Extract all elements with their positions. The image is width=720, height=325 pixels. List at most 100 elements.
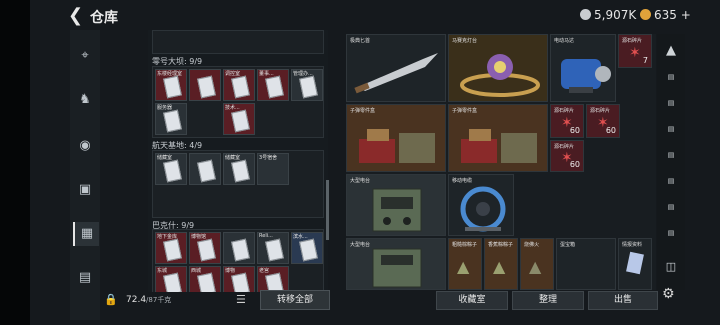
stash-item[interactable]: 源石碎片 ✶ 7 bbox=[618, 34, 652, 68]
stash-tab-8[interactable]: ▤ bbox=[659, 222, 683, 244]
back-icon[interactable]: ❮ bbox=[68, 5, 83, 26]
electric-motor-icon bbox=[561, 59, 611, 93]
key-slot[interactable] bbox=[189, 153, 221, 185]
stash-item[interactable]: 源石碎片 ✶ 60 bbox=[550, 140, 584, 172]
stash-item[interactable]: 源石碎片 ✶ 60 bbox=[550, 104, 584, 138]
gold-coin-icon bbox=[640, 9, 651, 20]
key-slot[interactable]: 储藏室 bbox=[155, 153, 187, 185]
key-name: 博物 bbox=[225, 268, 236, 274]
stash-item[interactable]: 粗糙棕粽子 ▲ bbox=[448, 238, 482, 290]
key-card-icon bbox=[163, 109, 182, 133]
stash-tab-2[interactable]: ▤ bbox=[659, 66, 683, 88]
key-card-icon bbox=[231, 109, 250, 133]
sort-button[interactable]: 整理 bbox=[512, 291, 584, 310]
category-rail: ⌖ ♞ ◉ ▣ ▦ ▤ bbox=[70, 30, 100, 320]
transfer-all-button[interactable]: 转移全部 bbox=[260, 290, 330, 310]
key-card-icon bbox=[163, 159, 182, 183]
tv-tab-icon[interactable]: ◫ bbox=[659, 256, 683, 278]
stash-item[interactable]: 源石碎片 ✶ 60 bbox=[586, 104, 620, 138]
ammo-parts-box-icon bbox=[461, 129, 537, 163]
stash-item[interactable]: 马赛克灯台 bbox=[448, 34, 548, 102]
silver-coin-icon bbox=[580, 9, 591, 20]
list-view-icon[interactable]: ☰ bbox=[236, 293, 246, 306]
key-card-icon bbox=[299, 75, 318, 99]
stash-tab-7[interactable]: ▤ bbox=[659, 196, 683, 218]
previous-section-box bbox=[152, 30, 324, 54]
cable-reel-icon bbox=[460, 186, 506, 232]
key-card-icon bbox=[197, 272, 216, 292]
key-slot[interactable]: 滨水... bbox=[291, 232, 323, 264]
key-slot[interactable]: 老宫 bbox=[257, 266, 289, 292]
lantern-icon: ▲ bbox=[529, 257, 542, 276]
stash-tab-3[interactable]: ▤ bbox=[659, 92, 683, 114]
add-gold-button[interactable]: + bbox=[681, 8, 691, 22]
gear-icon[interactable]: ⚙ bbox=[662, 286, 675, 302]
key-name: 西城 bbox=[191, 268, 202, 274]
key-slot[interactable]: 西城 bbox=[189, 266, 221, 292]
stash-tab-5[interactable]: ▤ bbox=[659, 144, 683, 166]
stash-item[interactable]: 子弹零件盒 bbox=[346, 104, 446, 172]
key-name: 3号宿舍 bbox=[259, 155, 278, 161]
stash-item[interactable]: 电动马达 bbox=[550, 34, 616, 102]
key-card-icon bbox=[231, 238, 250, 262]
key-room-panel: 零号大坝: 9/9 东楼经理室 调控室 董事... 管理办... 服务器 技术.… bbox=[148, 30, 328, 292]
stash-item[interactable]: 香蕉粽粽子 ▲ bbox=[484, 238, 518, 290]
stash-item[interactable]: 子弹零件盒 bbox=[448, 104, 548, 172]
stash-grid: 极典匕首 马赛克灯台 电动马达 源石碎片 ✶ 7 子弹零件盒 子弹零件盒 源石碎… bbox=[346, 34, 656, 290]
key-slot[interactable]: 博物 bbox=[223, 266, 255, 292]
capacity-value: 72.4 bbox=[126, 295, 147, 305]
stash-item[interactable]: 极典匕首 bbox=[346, 34, 446, 102]
key-card-icon bbox=[163, 238, 182, 262]
item-name: 蛋宝箱 bbox=[560, 242, 576, 248]
key-slot[interactable]: 博物馆 bbox=[189, 232, 221, 264]
key-slot[interactable]: 地下金库 bbox=[155, 232, 187, 264]
gold-currency[interactable]: 635 + bbox=[640, 8, 691, 22]
key-slot[interactable] bbox=[223, 232, 255, 264]
bag-category-icon[interactable]: ▣ bbox=[73, 178, 97, 202]
armor-category-icon[interactable]: ♞ bbox=[73, 88, 97, 112]
key-card-icon bbox=[265, 238, 284, 262]
stash-item[interactable]: 大型电台 bbox=[346, 174, 446, 236]
key-slot[interactable]: 技术... bbox=[223, 103, 255, 135]
key-slot[interactable]: 储藏室 bbox=[223, 153, 255, 185]
stash-tab-6[interactable]: ▤ bbox=[659, 170, 683, 192]
stash-item[interactable]: 情报资料 bbox=[618, 238, 652, 290]
capacity-total: /87千克 bbox=[146, 296, 172, 304]
key-slot[interactable] bbox=[189, 69, 221, 101]
item-name: 子弹零件盒 bbox=[350, 108, 376, 114]
stash-item[interactable]: 大型电台 bbox=[346, 238, 446, 290]
key-card-icon bbox=[265, 75, 284, 99]
silver-currency: 5,907K bbox=[580, 8, 636, 22]
item-name: 子弹零件盒 bbox=[452, 108, 478, 114]
helmet-category-icon[interactable]: ◉ bbox=[73, 134, 97, 158]
zongzi-icon: ▲ bbox=[493, 257, 506, 276]
collection-room-button[interactable]: 收藏室 bbox=[436, 291, 508, 310]
stash-item[interactable]: 移动电缆 bbox=[448, 174, 514, 236]
item-name: 极典匕首 bbox=[350, 38, 371, 44]
key-slot[interactable]: 东城 bbox=[155, 266, 187, 292]
key-slot[interactable]: 管理办... bbox=[291, 69, 323, 101]
section-grid: 东楼经理室 调控室 董事... 管理办... 服务器 技术... bbox=[152, 66, 324, 138]
stash-item[interactable]: 蛋宝箱 bbox=[556, 238, 616, 290]
key-slot[interactable]: 3号宿舍 bbox=[257, 153, 289, 185]
key-card-icon bbox=[231, 272, 250, 292]
left-panel-scrollbar[interactable] bbox=[326, 180, 329, 240]
key-name: 调控室 bbox=[225, 71, 241, 77]
key-slot[interactable]: 董事... bbox=[257, 69, 289, 101]
key-card-icon bbox=[231, 75, 250, 99]
stash-item[interactable]: 烧佛火 ▲ bbox=[520, 238, 554, 290]
stash-tab-4[interactable]: ▤ bbox=[659, 118, 683, 140]
key-slot[interactable]: Reli... bbox=[257, 232, 289, 264]
misc-category-icon[interactable]: ▤ bbox=[73, 266, 97, 290]
keycard-category-icon[interactable]: ▦ bbox=[73, 222, 99, 246]
stash-main-tab-icon[interactable]: ▲ bbox=[659, 40, 683, 62]
mosaic-lamp-icon bbox=[460, 54, 540, 97]
left-margin bbox=[0, 0, 30, 325]
key-slot[interactable]: 东楼经理室 bbox=[155, 69, 187, 101]
lock-icon[interactable]: 🔒 bbox=[104, 293, 118, 306]
large-radio-icon bbox=[372, 248, 422, 288]
sell-button[interactable]: 出售 bbox=[588, 291, 658, 310]
key-slot[interactable]: 调控室 bbox=[223, 69, 255, 101]
weapon-category-icon[interactable]: ⌖ bbox=[73, 44, 97, 68]
key-slot[interactable]: 服务器 bbox=[155, 103, 187, 135]
